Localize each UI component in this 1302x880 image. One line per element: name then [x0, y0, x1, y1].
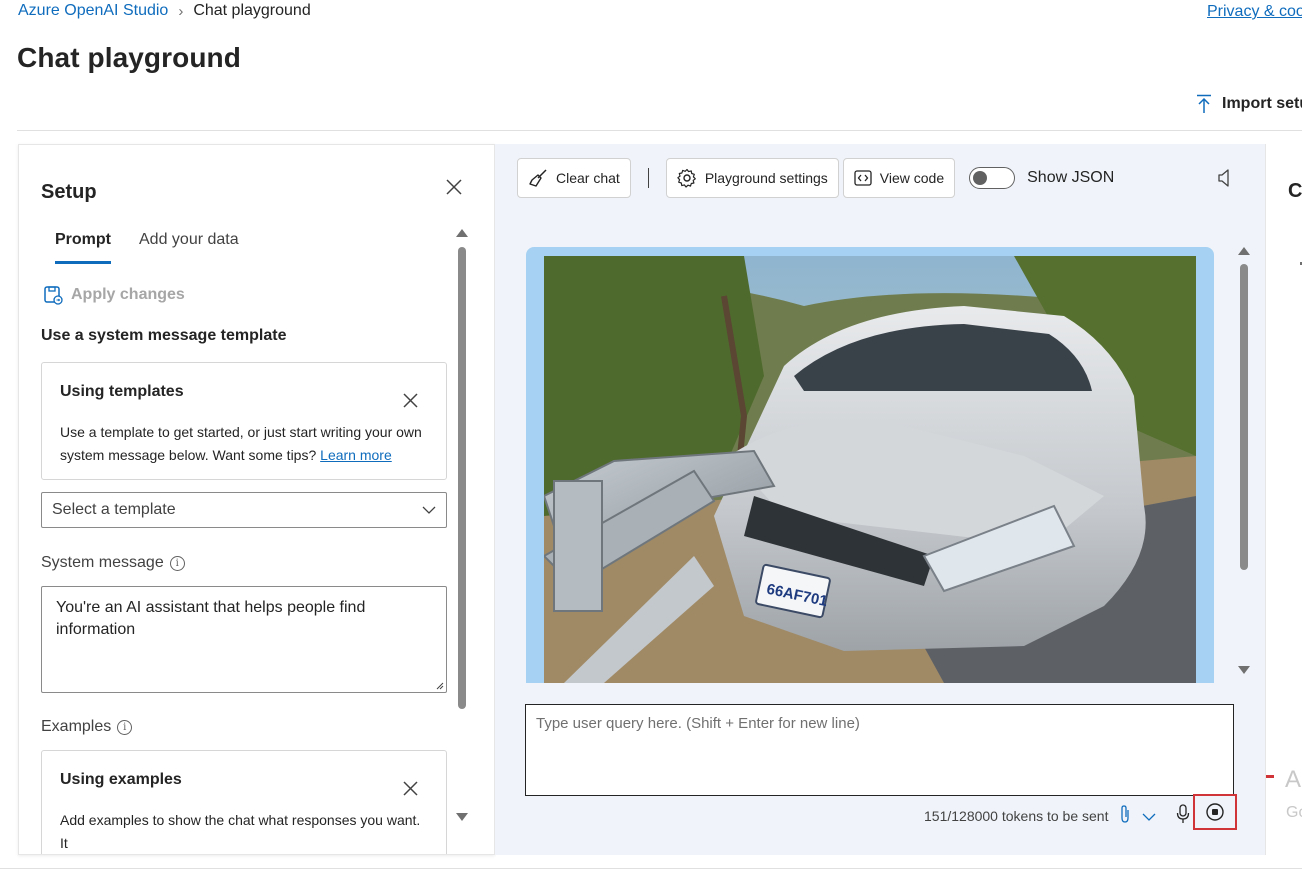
- close-icon: [446, 179, 462, 195]
- info-icon[interactable]: i: [169, 555, 185, 571]
- upload-icon: [1196, 94, 1212, 114]
- clear-chat-label: Clear chat: [556, 170, 620, 186]
- breadcrumb: Azure OpenAI Studio › Chat playground: [18, 2, 311, 20]
- view-code-label: View code: [879, 170, 945, 186]
- system-message-textarea[interactable]: You're an AI assistant that helps people…: [41, 586, 447, 693]
- scroll-up-arrow-icon[interactable]: [456, 229, 468, 237]
- right-panel-big-text: A: [1285, 766, 1302, 793]
- scroll-down-arrow-icon[interactable]: [1238, 666, 1250, 674]
- examples-info-card: Using examples Add examples to show the …: [41, 750, 447, 854]
- scroll-down-arrow-icon[interactable]: [456, 813, 468, 821]
- examples-label-row: Examples i: [41, 718, 133, 736]
- clear-chat-button[interactable]: Clear chat: [517, 158, 631, 198]
- toggle-knob: [973, 171, 988, 185]
- setup-scrollbar[interactable]: [456, 225, 468, 825]
- stop-button[interactable]: [1193, 794, 1237, 830]
- chevron-right-icon: ›: [178, 2, 184, 20]
- templates-card-body: Use a template to get started, or just s…: [60, 421, 430, 467]
- playground-settings-label: Playground settings: [704, 170, 828, 186]
- tab-add-your-data[interactable]: Add your data: [139, 231, 239, 264]
- chat-panel: Clear chat Playground settings View code…: [495, 144, 1265, 855]
- attach-icon[interactable]: [1118, 804, 1132, 827]
- tab-prompt[interactable]: Prompt: [55, 231, 111, 264]
- show-json-toggle[interactable]: [969, 167, 1016, 189]
- user-query-input[interactable]: Type user query here. (Shift + Enter for…: [525, 704, 1234, 796]
- token-row: 151/128000 tokens to be sent: [924, 804, 1190, 827]
- close-icon: [402, 780, 418, 796]
- gear-icon: [677, 168, 696, 188]
- system-message-value: You're an AI assistant that helps people…: [56, 599, 366, 638]
- red-indicator: [1266, 775, 1274, 778]
- setup-tabs: Prompt Add your data: [55, 231, 239, 264]
- learn-more-link[interactable]: Learn more: [320, 447, 392, 463]
- stop-icon: [1206, 803, 1224, 821]
- uploaded-car-image[interactable]: 66AF701: [544, 256, 1196, 683]
- save-icon: [44, 286, 63, 305]
- resize-grip-icon[interactable]: [434, 680, 444, 690]
- template-heading: Use a system message template: [41, 327, 287, 344]
- system-message-label: System message: [41, 554, 164, 571]
- examples-card-body: Add examples to show the chat what respo…: [60, 812, 421, 851]
- broom-icon: [529, 169, 547, 187]
- code-icon: [854, 170, 872, 186]
- setup-title: Setup: [41, 181, 97, 203]
- info-icon[interactable]: i: [117, 719, 133, 735]
- templates-card-close-button[interactable]: [399, 389, 421, 411]
- configuration-heading: Co: [1288, 180, 1302, 202]
- template-select-value: Select a template: [52, 501, 176, 518]
- chevron-down-icon: [422, 506, 436, 514]
- import-setup-button[interactable]: Import setu: [1196, 94, 1302, 114]
- header-divider: [17, 130, 1302, 131]
- scroll-up-arrow-icon[interactable]: [1238, 247, 1250, 255]
- system-message-label-row: System message i: [41, 554, 185, 572]
- user-message-image-card: 66AF701: [526, 247, 1214, 683]
- microphone-icon[interactable]: [1176, 804, 1190, 827]
- chat-toolbar: Clear chat Playground settings View code…: [517, 158, 1114, 198]
- toolbar-divider: [647, 168, 649, 188]
- template-select[interactable]: Select a template: [41, 492, 447, 528]
- breadcrumb-root-link[interactable]: Azure OpenAI Studio: [18, 2, 168, 20]
- show-json-label: Show JSON: [1027, 169, 1115, 186]
- templates-info-card: Using templates Use a template to get st…: [41, 362, 447, 480]
- token-count: 151/128000 tokens to be sent: [924, 807, 1109, 824]
- examples-label: Examples: [41, 718, 112, 735]
- speaker-icon[interactable]: [1217, 168, 1233, 193]
- chat-scrollbar[interactable]: [1237, 244, 1251, 680]
- user-query-placeholder: Type user query here. (Shift + Enter for…: [536, 715, 860, 732]
- setup-panel: Setup Prompt Add your data Apply changes…: [18, 144, 495, 855]
- view-code-button[interactable]: View code: [842, 158, 956, 198]
- import-setup-label: Import setu: [1222, 95, 1302, 112]
- privacy-link[interactable]: Privacy & coo: [1207, 3, 1302, 21]
- right-panel-small-text: Go: [1286, 804, 1302, 821]
- chat-scroll-thumb[interactable]: [1240, 264, 1248, 570]
- playground-settings-button[interactable]: Playground settings: [665, 158, 839, 198]
- bottom-divider: [0, 868, 1302, 869]
- setup-close-button[interactable]: [443, 176, 465, 198]
- close-icon: [402, 392, 418, 408]
- templates-card-title: Using templates: [60, 383, 184, 400]
- setup-scroll-thumb[interactable]: [458, 247, 466, 709]
- examples-card-title: Using examples: [60, 771, 182, 788]
- apply-changes-label: Apply changes: [71, 286, 185, 303]
- examples-card-close-button[interactable]: [399, 777, 421, 799]
- apply-changes-button[interactable]: Apply changes: [43, 285, 185, 305]
- chevron-down-icon[interactable]: [1142, 808, 1156, 824]
- configuration-panel: Co A Go: [1265, 144, 1302, 855]
- breadcrumb-current: Chat playground: [193, 2, 311, 19]
- page-title: Chat playground: [17, 42, 241, 73]
